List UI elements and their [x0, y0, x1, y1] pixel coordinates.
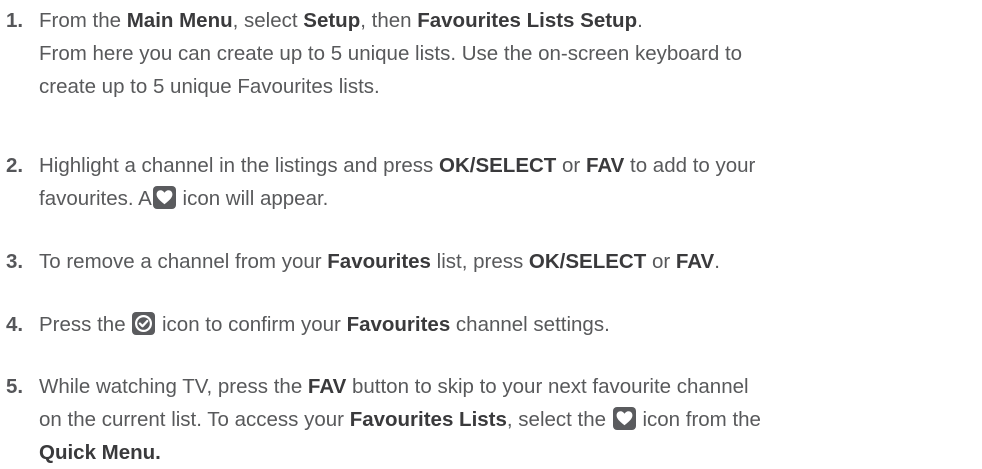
- step-line: From the Main Menu, select Setup, then F…: [39, 4, 975, 37]
- text-run: .: [637, 9, 643, 32]
- step-1: 1. From the Main Menu, select Setup, the…: [0, 4, 975, 103]
- step-number: 4.: [6, 313, 24, 336]
- text-run: icon to confirm your: [156, 313, 347, 336]
- check-circle-icon: [132, 312, 156, 335]
- text-run: , then: [360, 9, 418, 32]
- step-5: 5. While watching TV, press the FAV butt…: [0, 370, 975, 469]
- text-run: icon from the: [636, 408, 761, 431]
- text-run: or: [646, 250, 676, 273]
- text-run: list, press: [430, 250, 529, 273]
- step-2: 2. Highlight a channel in the listings a…: [0, 149, 975, 215]
- bold-term: Favourites: [346, 313, 451, 336]
- text-run: Highlight a channel in the listings and …: [39, 154, 439, 177]
- bold-term: Favourites Lists Setup: [417, 9, 638, 32]
- text-run: , select: [232, 9, 304, 32]
- text-run: .: [714, 250, 720, 273]
- step-number: 5.: [6, 375, 24, 398]
- text-run: favourites. A: [39, 187, 152, 210]
- bold-term: OK/SELECT: [528, 250, 647, 273]
- bold-term: FAV: [307, 375, 347, 398]
- step-4: 4. Press the icon to confirm your Favour…: [0, 308, 975, 341]
- text-run: icon will appear.: [176, 187, 329, 210]
- step-line: While watching TV, press the FAV button …: [39, 370, 975, 403]
- step-line: on the current list. To access your Favo…: [39, 403, 975, 436]
- step-line: Press the icon to confirm your Favourite…: [39, 308, 975, 341]
- bold-term: Favourites: [327, 250, 431, 273]
- bold-term: Favourites Lists: [349, 408, 507, 431]
- step-line: create up to 5 unique Favourites lists.: [39, 70, 975, 103]
- step-3: 3. To remove a channel from your Favouri…: [0, 245, 975, 278]
- text-run: Press the: [39, 313, 132, 336]
- bold-term: OK/SELECT: [439, 154, 557, 177]
- step-text: From the Main Menu, select Setup, then F…: [39, 4, 975, 103]
- bold-term: FAV: [675, 250, 715, 273]
- step-text: Highlight a channel in the listings and …: [39, 149, 975, 215]
- step-text: While watching TV, press the FAV button …: [39, 370, 975, 469]
- text-run: From here you can create up to 5 unique …: [39, 42, 743, 65]
- step-text: To remove a channel from your Favourites…: [39, 245, 975, 278]
- bold-term: FAV: [585, 154, 625, 177]
- text-run: While watching TV, press the: [39, 375, 308, 398]
- text-run: button to skip to your next favourite ch…: [346, 375, 749, 398]
- step-line: favourites. A icon will appear.: [39, 182, 975, 215]
- text-run: or: [556, 154, 586, 177]
- step-number: 1.: [6, 9, 24, 32]
- step-line: Quick Menu.: [39, 436, 975, 469]
- step-line: To remove a channel from your Favourites…: [39, 245, 975, 278]
- text-run: to add to your: [624, 154, 756, 177]
- step-line: From here you can create up to 5 unique …: [39, 37, 975, 70]
- text-run: channel settings.: [450, 313, 610, 336]
- text-run: From the: [39, 9, 127, 32]
- step-text: Press the icon to confirm your Favourite…: [39, 308, 975, 341]
- bold-term: Main Menu: [126, 9, 233, 32]
- bold-term: Quick Menu.: [39, 441, 161, 464]
- text-run: on the current list. To access your: [39, 408, 350, 431]
- step-number: 2.: [6, 154, 24, 177]
- step-line: Highlight a channel in the listings and …: [39, 149, 975, 182]
- heart-icon: [612, 407, 636, 430]
- heart-icon: [152, 186, 176, 209]
- text-run: To remove a channel from your: [39, 250, 328, 273]
- bold-term: Setup: [303, 9, 361, 32]
- step-number: 3.: [6, 250, 24, 273]
- text-run: , select the: [506, 408, 612, 431]
- text-run: create up to 5 unique Favourites lists.: [39, 75, 380, 98]
